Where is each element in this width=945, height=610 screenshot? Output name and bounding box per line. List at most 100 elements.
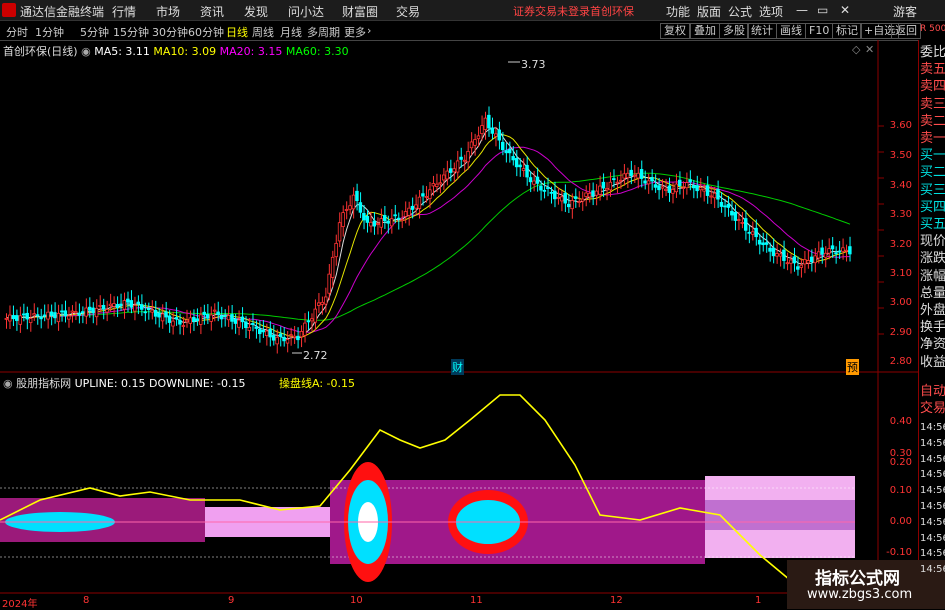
candle-body <box>768 247 772 252</box>
candle-body <box>407 207 411 216</box>
candle-body <box>448 168 453 173</box>
candle-body <box>473 139 477 146</box>
candle-body <box>63 310 68 317</box>
candle-body <box>153 309 158 317</box>
candle-body <box>695 185 699 192</box>
forecast-event-marker[interactable]: 预 <box>846 359 859 375</box>
candle-body <box>348 205 352 210</box>
candle-body <box>376 223 380 225</box>
candle-body <box>414 204 418 209</box>
indicator-tick: 0.00 <box>889 516 912 527</box>
candle-body <box>476 135 481 140</box>
candle-body <box>74 311 78 314</box>
date-axis-label: 10 <box>350 595 363 606</box>
candle-body <box>60 310 64 313</box>
price-tick: 3.40 <box>889 180 912 191</box>
candle-body <box>827 248 831 254</box>
candle-body <box>809 256 814 263</box>
candle-body <box>139 304 144 310</box>
candle-body <box>178 319 182 325</box>
trade-time: 14:56 <box>920 437 945 449</box>
price-tick: 3.20 <box>889 239 912 250</box>
candle-body <box>455 160 460 173</box>
candle-body <box>487 114 491 129</box>
order-book-label: 外盘 <box>920 303 945 318</box>
candle-body <box>469 141 474 149</box>
candle-body <box>445 170 449 180</box>
candle-body <box>84 307 88 317</box>
candle-body <box>684 182 689 189</box>
candle-body <box>594 190 599 196</box>
order-book-label: 现价 <box>920 234 945 250</box>
candle-body <box>584 192 588 197</box>
candle-body <box>688 179 692 183</box>
candle-body <box>226 315 231 321</box>
kline-chart[interactable] <box>0 0 945 609</box>
indicator-name[interactable]: 股朋指标网 <box>16 377 71 390</box>
candle-body <box>424 196 429 198</box>
candle-body <box>400 219 404 221</box>
candle-body <box>105 309 109 313</box>
candle-body <box>11 315 16 320</box>
candle-body <box>712 192 717 199</box>
auto-trade-label[interactable]: 交易 <box>920 402 945 416</box>
trade-time: 14:56 <box>920 532 945 544</box>
downline-label: DOWNLINE: -0.15 <box>149 377 246 390</box>
candle-body <box>351 194 356 210</box>
candle-body <box>650 177 654 182</box>
candle-body <box>49 311 54 316</box>
candle-body <box>653 184 658 188</box>
candle-body <box>494 133 498 137</box>
date-axis-label: 8 <box>83 595 90 606</box>
date-axis-label: 12 <box>610 595 623 606</box>
candle-body <box>39 316 43 320</box>
candle-body <box>480 125 484 135</box>
candle-body <box>507 148 512 154</box>
candle-body <box>42 314 47 317</box>
candle-body <box>146 308 151 311</box>
candle-body <box>365 216 370 223</box>
candle-body <box>8 314 12 322</box>
candle-body <box>247 326 252 331</box>
candle-body <box>535 176 540 184</box>
candle-body <box>21 313 26 316</box>
candle-body <box>323 296 328 305</box>
candle-body <box>403 211 408 217</box>
candle-body <box>841 247 845 252</box>
candle-body <box>525 164 529 178</box>
watermark-url: www.zbgs3.com <box>807 587 913 602</box>
candle-body <box>636 172 640 179</box>
candle-body <box>792 256 797 264</box>
candle-body <box>32 313 36 316</box>
candle-body <box>150 309 154 313</box>
candle-body <box>18 315 22 325</box>
candle-body <box>393 214 397 217</box>
trade-time: 14:56 <box>920 469 945 481</box>
candle-body <box>490 127 495 134</box>
candle-body <box>285 339 290 344</box>
candle-body <box>219 315 224 320</box>
auto-trade-label[interactable]: 自动 <box>920 385 945 399</box>
candle-body <box>369 221 373 227</box>
candle-body <box>500 141 505 151</box>
candle-body <box>560 196 564 202</box>
candle-body <box>698 187 703 191</box>
candle-body <box>53 312 57 319</box>
candle-body <box>244 321 248 329</box>
indicator-settings-icon[interactable]: ◉ <box>3 377 16 390</box>
candle-body <box>563 192 567 204</box>
candle-body <box>164 311 168 318</box>
finance-event-marker[interactable]: 财 <box>451 359 464 375</box>
order-book-label: 买一 <box>920 148 945 164</box>
candle-body <box>660 186 665 189</box>
candle-body <box>671 188 675 194</box>
trade-time: 14:56 <box>920 485 945 497</box>
candle-body <box>615 181 620 184</box>
date-axis-label: 2024年 <box>2 599 38 610</box>
cao-line-label: 操盘线A: -0.15 <box>279 377 355 390</box>
trade-time: 14:56 <box>920 564 945 576</box>
candle-body <box>299 331 304 338</box>
candle-body <box>740 221 744 224</box>
candle-body <box>230 314 234 322</box>
candle-body <box>25 312 29 320</box>
